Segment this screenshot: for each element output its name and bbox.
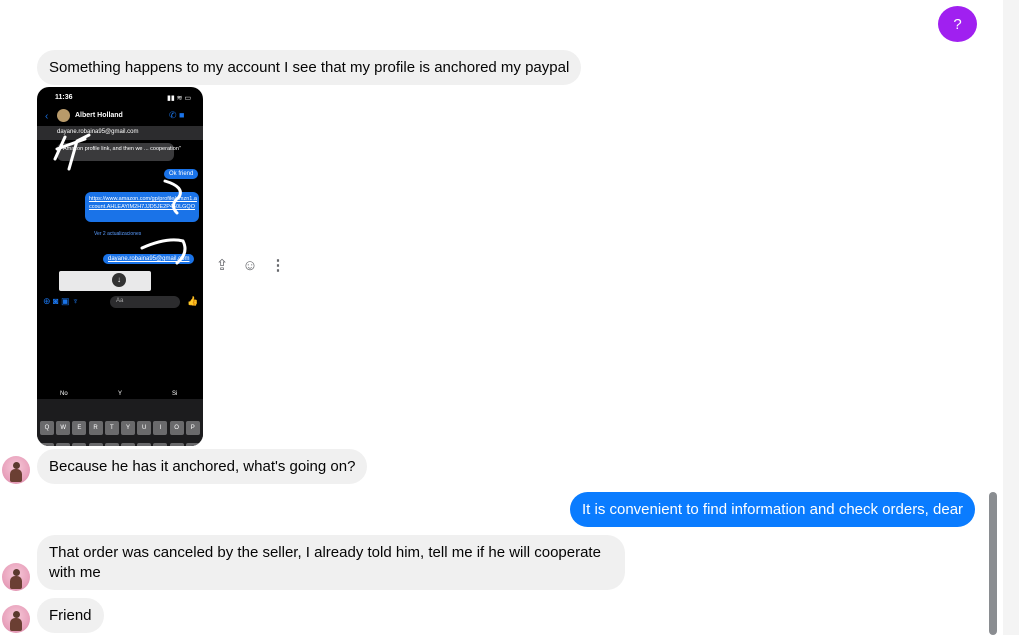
keyboard-key: G bbox=[104, 443, 119, 446]
emoji-react-icon[interactable]: ☺ bbox=[241, 257, 259, 275]
message-bubble-incoming[interactable]: Friend bbox=[37, 598, 104, 633]
scrollbar-thumb[interactable] bbox=[989, 492, 997, 635]
message-bubble-incoming[interactable]: Something happens to my account I see th… bbox=[37, 50, 582, 85]
keyboard-key: I bbox=[153, 421, 168, 435]
keyboard-key: F bbox=[88, 443, 103, 446]
keyboard-key: P bbox=[185, 421, 200, 435]
keyboard-key: L bbox=[169, 443, 184, 446]
keyboard-key: D bbox=[72, 443, 87, 446]
suggestion-1: No bbox=[60, 391, 68, 397]
message-bubble-incoming[interactable]: That order was canceled by the seller, I… bbox=[37, 535, 625, 590]
draft-attachment bbox=[59, 271, 151, 291]
suggestion-2: Y bbox=[118, 391, 123, 397]
compose-field: Aa bbox=[110, 296, 180, 308]
keyboard-key: Ñ bbox=[185, 443, 200, 446]
keyboard-key: T bbox=[104, 421, 119, 435]
side-panel-divider bbox=[1003, 0, 1019, 635]
download-icon: ↓ bbox=[112, 273, 126, 287]
keyboard-key: E bbox=[72, 421, 87, 435]
chat-thread: ? Something happens to my account I see … bbox=[0, 0, 1000, 635]
help-button[interactable]: ? bbox=[938, 6, 977, 42]
keyboard-key: H bbox=[121, 443, 135, 446]
compose-tools-icons: ⊕ ◙ ▣ ♆ bbox=[43, 296, 79, 306]
keyboard-key: A bbox=[40, 443, 54, 446]
compose-placeholder: Aa bbox=[116, 298, 124, 304]
keyboard-key: Q bbox=[40, 421, 54, 435]
more-options-icon[interactable]: ⋮ bbox=[269, 257, 287, 275]
message-image-attachment[interactable]: 11:36 ▮▮ ≋ ▭ ‹ Albert Holland ✆ ■ dayane… bbox=[37, 87, 203, 446]
message-bubble-incoming[interactable]: Because he has it anchored, what's going… bbox=[37, 449, 368, 484]
avatar[interactable] bbox=[2, 605, 30, 633]
keyboard-key: R bbox=[88, 421, 103, 435]
keyboard-key: K bbox=[153, 443, 168, 446]
keyboard-key: U bbox=[137, 421, 152, 435]
keyboard-key: Y bbox=[121, 421, 135, 435]
suggestion-3: Si bbox=[172, 391, 178, 397]
keyboard-key: O bbox=[169, 421, 184, 435]
keyboard: No Y Si QWERTYUIOPASDFGHJKLÑZXCVBNM 123 … bbox=[37, 391, 203, 446]
keyboard-key: J bbox=[137, 443, 152, 446]
keyboard-key: W bbox=[56, 421, 71, 435]
share-icon[interactable]: ⇪ bbox=[213, 257, 231, 275]
like-icon: 👍 bbox=[187, 296, 199, 306]
message-bubble-outgoing[interactable]: It is convenient to find information and… bbox=[570, 492, 976, 527]
avatar[interactable] bbox=[2, 563, 30, 591]
annotation-arrows bbox=[53, 133, 187, 265]
keyboard-key: S bbox=[56, 443, 71, 446]
right-edge-panel bbox=[1019, 0, 1035, 635]
avatar[interactable] bbox=[2, 456, 30, 484]
